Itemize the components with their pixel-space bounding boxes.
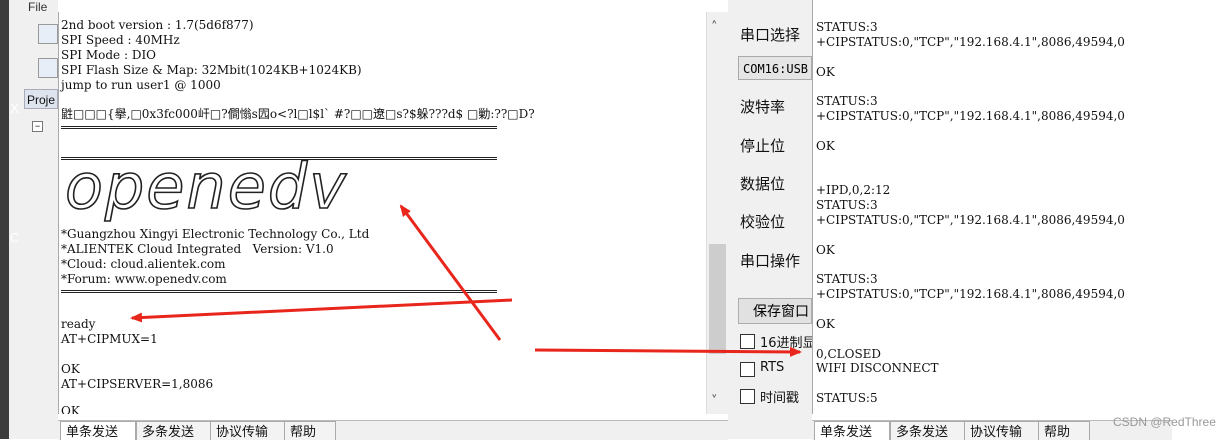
terminal-line: +CIPSTATUS:0,"TCP","192.168.4.1",8086,49… — [816, 35, 1125, 49]
stop-bits-label: 停止位 — [740, 137, 786, 155]
ide-dark-edge — [0, 0, 9, 439]
new-file-icon[interactable] — [38, 24, 58, 44]
terminal-line: SPI Speed : 40MHz — [61, 33, 180, 47]
port-select-dropdown[interactable]: COM16:USB — [738, 56, 812, 80]
terminal-line: OK — [816, 317, 835, 331]
baud-rate-label: 波特率 — [740, 98, 786, 116]
tab-multi-send[interactable]: 多条发送 — [136, 421, 212, 440]
scroll-down-icon[interactable]: ˅ — [711, 394, 718, 409]
project-tab[interactable]: Proje — [24, 89, 58, 109]
terminal-line: OK — [816, 65, 835, 79]
parity-label: 校验位 — [740, 213, 786, 231]
rts-checkbox[interactable] — [740, 362, 755, 377]
scroll-up-icon[interactable]: ˄ — [711, 20, 718, 35]
ide-menu-hint[interactable]: File — [28, 0, 47, 14]
terminal-line: *ALIENTEK Cloud Integrated Version: V1.0 — [61, 242, 334, 256]
terminal-line: STATUS:5 — [816, 391, 878, 405]
background-margin — [1172, 0, 1227, 439]
tab-protocol[interactable]: 协议传输 — [964, 421, 1040, 440]
tab-protocol[interactable]: 协议传输 — [210, 421, 286, 440]
terminal-line: OK — [61, 362, 80, 376]
tab-help[interactable]: 帮助 — [1038, 421, 1090, 440]
side-glyph-c: C — [10, 230, 20, 245]
terminal-line: OK — [61, 404, 80, 414]
tab-single-send[interactable]: 单条发送 — [60, 421, 136, 440]
hex-display-checkbox[interactable] — [740, 334, 755, 349]
terminal-line-garbled: 鼪□□□{擧,□0x3fc000屽□?僴慃s囥o<?l□l$l` #?□□遼□s… — [61, 107, 535, 121]
serial-settings-panel: 串口选择 COM16:USB 波特率 停止位 数据位 校验位 串口操作 保存窗口… — [728, 0, 816, 439]
scroll-thumb[interactable] — [709, 244, 726, 354]
terminal-line: SPI Mode : DIO — [61, 48, 157, 62]
terminal-line: +CIPSTATUS:0,"TCP","192.168.4.1",8086,49… — [816, 287, 1125, 301]
ide-side-strip: File Proje X C − — [0, 0, 58, 439]
port-select-label: 串口选择 — [740, 26, 801, 44]
side-glyph-x: X — [10, 100, 20, 116]
hex-display-label: 16进制显 — [760, 336, 816, 351]
terminal-line: STATUS:3 — [816, 272, 878, 286]
terminal-line: AT+CIPMUX=1 — [61, 332, 158, 346]
port-operation-label: 串口操作 — [740, 252, 801, 270]
terminal-line: ready — [61, 317, 96, 331]
terminal-line: jump to run user1 @ 1000 — [61, 78, 221, 92]
terminal-line: *Guangzhou Xingyi Electronic Technology … — [61, 227, 370, 241]
openedv-logo: openedv — [64, 150, 348, 222]
terminal-line: STATUS:3 — [816, 198, 878, 212]
serial-receive-area-left[interactable]: 2nd boot version : 1.7(5d6f877) SPI Spee… — [58, 12, 707, 414]
terminal-line: SPI Flash Size & Map: 32Mbit(1024KB+1024… — [61, 63, 362, 77]
terminal-line: +CIPSTATUS:0,"TCP","192.168.4.1",8086,49… — [816, 213, 1125, 227]
save-window-button[interactable]: 保存窗口 — [738, 298, 812, 324]
terminal-line: OK — [816, 139, 835, 153]
terminal-line: STATUS:3 — [816, 20, 878, 34]
terminal-line: AT+CIPSERVER=1,8086 — [61, 377, 214, 391]
terminal-line: *Cloud: cloud.alientek.com — [61, 257, 226, 271]
terminal-line: *Forum: www.openedv.com — [61, 272, 227, 286]
terminal-line: +IPD,0,2:12 — [816, 183, 891, 197]
watermark: CSDN @RedThree — [1113, 415, 1216, 429]
separator-line — [61, 126, 497, 129]
terminal-line: STATUS:3 — [816, 94, 878, 108]
terminal-line: WIFI DISCONNECT — [816, 361, 939, 375]
terminal-line: +CIPSTATUS:0,"TCP","192.168.4.1",8086,49… — [816, 109, 1125, 123]
data-bits-label: 数据位 — [740, 175, 786, 193]
terminal-line: 2nd boot version : 1.7(5d6f877) — [61, 18, 254, 32]
receive-scrollbar[interactable]: ˄ ˅ — [706, 12, 729, 414]
tab-single-send[interactable]: 单条发送 — [814, 421, 890, 440]
terminal-line: 0,CLOSED — [816, 347, 882, 361]
timestamp-checkbox[interactable] — [740, 389, 755, 404]
logo-text: openedv — [65, 150, 348, 222]
tab-multi-send[interactable]: 多条发送 — [890, 421, 966, 440]
timestamp-label: 时间戳 — [760, 391, 800, 406]
send-tabs-left: 单条发送 多条发送 协议传输 帮助 — [58, 420, 728, 440]
terminal-line: OK — [816, 243, 835, 257]
serial-receive-area-right[interactable]: STATUS:3 +CIPSTATUS:0,"TCP","192.168.4.1… — [812, 0, 1173, 414]
separator-line — [61, 290, 497, 293]
rts-label: RTS — [760, 360, 785, 375]
load-icon[interactable] — [38, 58, 58, 78]
tab-help[interactable]: 帮助 — [284, 421, 336, 440]
tree-collapse-toggle[interactable]: − — [32, 121, 43, 132]
